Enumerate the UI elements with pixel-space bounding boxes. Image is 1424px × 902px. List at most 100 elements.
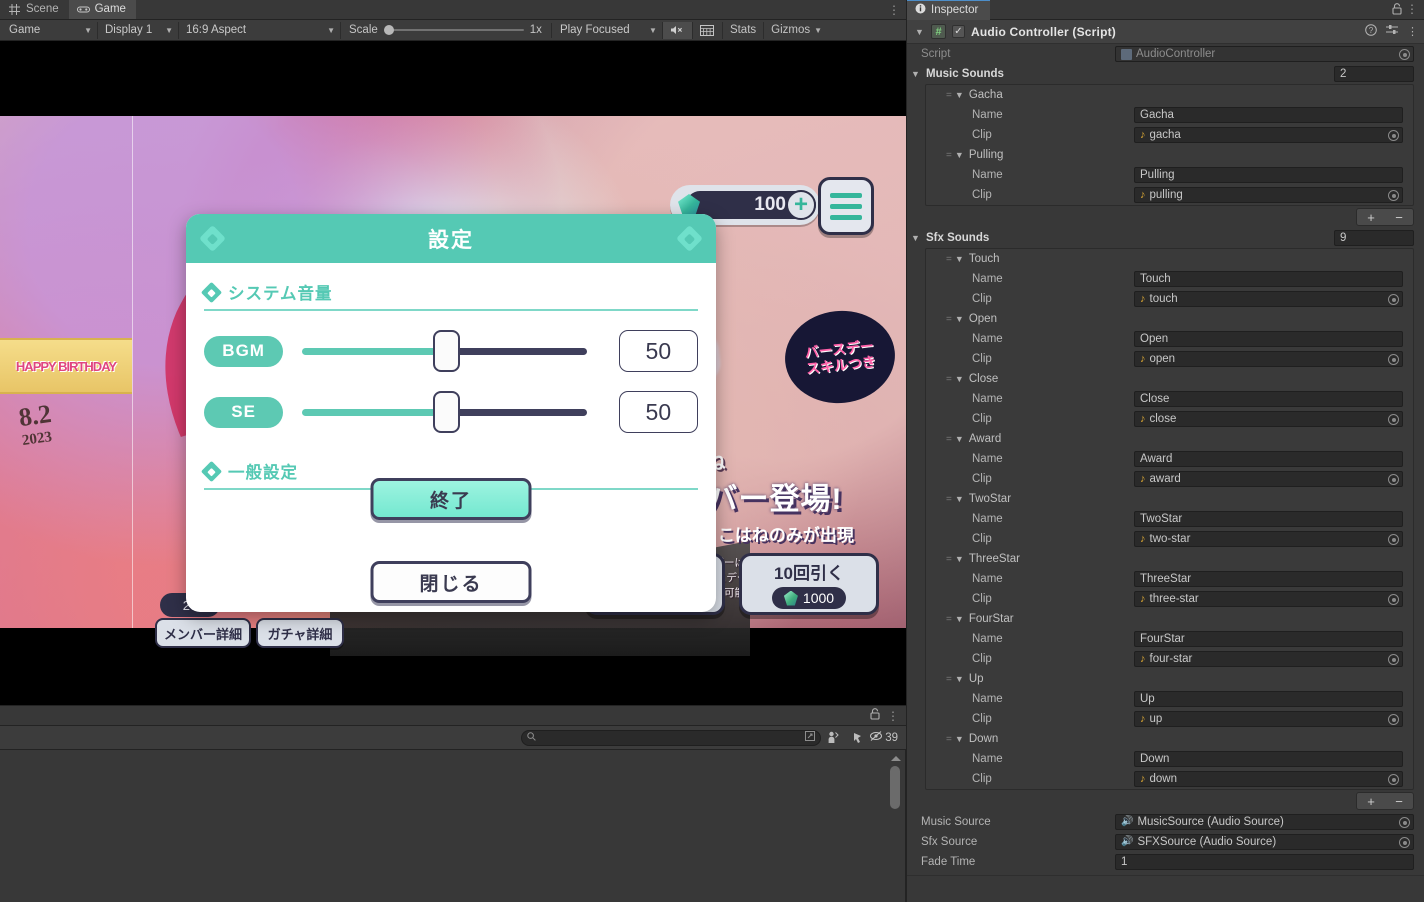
object-picker-icon[interactable]: [1388, 354, 1399, 365]
sfx-element-header[interactable]: = ▼ Award: [926, 429, 1413, 449]
music-element-name-field[interactable]: Pulling: [1134, 167, 1403, 183]
fade-time-field[interactable]: 1: [1115, 854, 1414, 870]
sfx-element-name-field[interactable]: Up: [1134, 691, 1403, 707]
scale-track[interactable]: [383, 25, 524, 35]
more-options-icon[interactable]: ⋮: [1406, 2, 1418, 16]
drag-handle-icon[interactable]: =: [946, 254, 952, 265]
lock-icon[interactable]: [870, 708, 880, 723]
game-view-canvas[interactable]: HAPPY BIRTHDAY 8.2 2023 訳 こはね バースデー スキルつ…: [0, 41, 906, 705]
help-icon[interactable]: ?: [1365, 24, 1377, 39]
sfx-element-clip-field[interactable]: ♪ down: [1134, 771, 1403, 787]
music-source-field[interactable]: 🔊 MusicSource (Audio Source): [1115, 814, 1414, 830]
chevron-down-icon[interactable]: ▼: [955, 314, 965, 324]
sfx-element-clip-field[interactable]: ♪ award: [1134, 471, 1403, 487]
object-picker-icon[interactable]: [1399, 817, 1410, 828]
drag-handle-icon[interactable]: =: [946, 494, 952, 505]
sfx-element-name-field[interactable]: Award: [1134, 451, 1403, 467]
se-value-box[interactable]: 50: [618, 391, 698, 433]
drag-handle-icon[interactable]: =: [946, 734, 952, 745]
drag-handle-icon[interactable]: =: [946, 674, 952, 685]
drag-handle-icon[interactable]: =: [946, 374, 952, 385]
chevron-down-icon[interactable]: ▼: [814, 26, 822, 35]
lock-icon[interactable]: [1392, 3, 1402, 18]
mute-audio-button[interactable]: [662, 21, 693, 39]
sfx-element-clip-field[interactable]: ♪ four-star: [1134, 651, 1403, 667]
aspect-dropdown[interactable]: 16:9 Aspect ▼: [179, 21, 341, 39]
search-expand-icon[interactable]: [805, 731, 816, 744]
music-element-clip-field[interactable]: ♪ gacha: [1134, 127, 1403, 143]
chevron-down-icon[interactable]: ▼: [955, 150, 965, 160]
object-picker-icon[interactable]: [1388, 774, 1399, 785]
music-sounds-size-field[interactable]: 2: [1334, 66, 1414, 82]
search-input[interactable]: [521, 729, 822, 746]
object-picker-icon[interactable]: [1388, 654, 1399, 665]
drag-handle-icon[interactable]: =: [946, 614, 952, 625]
frame-debugger-button[interactable]: [693, 21, 723, 39]
sfx-element-name-field[interactable]: ThreeStar: [1134, 571, 1403, 587]
component-header-audio-controller[interactable]: ▼ # ✓ Audio Controller (Script) ? ⋮: [907, 20, 1424, 44]
object-picker-icon[interactable]: [1388, 534, 1399, 545]
remove-music-element-button[interactable]: −: [1385, 209, 1413, 225]
pull-ten-button[interactable]: 10回引く 1000: [739, 553, 879, 615]
sfx-element-header[interactable]: = ▼ TwoStar: [926, 489, 1413, 509]
sfx-element-header[interactable]: = ▼ Up: [926, 669, 1413, 689]
scale-slider[interactable]: Scale 1x: [341, 22, 550, 39]
bgm-slider-knob[interactable]: [433, 330, 461, 372]
music-element-header[interactable]: = ▼ Pulling: [926, 145, 1413, 165]
sfx-sounds-size-field[interactable]: 9: [1334, 230, 1414, 246]
sfx-element-header[interactable]: = ▼ Close: [926, 369, 1413, 389]
sfx-element-name-field[interactable]: Touch: [1134, 271, 1403, 287]
object-picker-icon[interactable]: [1388, 714, 1399, 725]
drag-handle-icon[interactable]: =: [946, 314, 952, 325]
sfx-element-clip-field[interactable]: ♪ up: [1134, 711, 1403, 727]
drag-handle-icon[interactable]: =: [946, 90, 952, 101]
tab-inspector[interactable]: Inspector: [907, 0, 991, 20]
object-picker-icon[interactable]: [1388, 414, 1399, 425]
scrollbar-thumb[interactable]: [890, 766, 900, 809]
chevron-down-icon[interactable]: ▼: [911, 233, 921, 243]
sfx-element-header[interactable]: = ▼ ThreeStar: [926, 549, 1413, 569]
tab-scene[interactable]: Scene: [0, 0, 69, 19]
picking-icon[interactable]: [845, 728, 869, 748]
add-music-element-button[interactable]: +: [1357, 209, 1385, 225]
sfx-element-name-field[interactable]: TwoStar: [1134, 511, 1403, 527]
sfx-element-clip-field[interactable]: ♪ touch: [1134, 291, 1403, 307]
add-currency-button[interactable]: +: [786, 190, 816, 220]
chevron-down-icon[interactable]: ▼: [955, 614, 965, 624]
more-options-icon[interactable]: ⋮: [1407, 25, 1418, 38]
sfx-element-header[interactable]: = ▼ FourStar: [926, 609, 1413, 629]
music-element-header[interactable]: = ▼ Gacha: [926, 85, 1413, 105]
chevron-down-icon[interactable]: ▼: [955, 254, 965, 264]
add-sfx-element-button[interactable]: +: [1357, 793, 1385, 809]
drag-handle-icon[interactable]: =: [946, 554, 952, 565]
view-options-icon[interactable]: ⋮: [888, 3, 900, 17]
sfx-sounds-header[interactable]: ▼ Sfx Sounds 9: [907, 228, 1424, 248]
bgm-value-box[interactable]: 50: [618, 330, 698, 372]
sfx-element-clip-field[interactable]: ♪ two-star: [1134, 531, 1403, 547]
object-picker-icon[interactable]: [1399, 49, 1410, 60]
gizmos-button[interactable]: Gizmos: [764, 22, 817, 39]
script-row-field[interactable]: AudioController: [1115, 46, 1414, 62]
remove-sfx-element-button[interactable]: −: [1385, 793, 1413, 809]
more-options-icon[interactable]: ⋮: [887, 709, 899, 723]
hidden-objects-icon[interactable]: [821, 728, 845, 748]
sfx-element-clip-field[interactable]: ♪ close: [1134, 411, 1403, 427]
display-mode-dropdown[interactable]: Game ▼: [2, 21, 98, 39]
menu-button[interactable]: [818, 177, 874, 235]
music-element-name-field[interactable]: Gacha: [1134, 107, 1403, 123]
sfx-element-name-field[interactable]: Down: [1134, 751, 1403, 767]
object-picker-icon[interactable]: [1388, 474, 1399, 485]
music-element-clip-field[interactable]: ♪ pulling: [1134, 187, 1403, 203]
lower-panel-scrollbar[interactable]: [889, 756, 901, 896]
sfx-element-header[interactable]: = ▼ Down: [926, 729, 1413, 749]
visibility-count[interactable]: 39: [869, 730, 902, 745]
chevron-down-icon[interactable]: ▼: [955, 434, 965, 444]
stats-button[interactable]: Stats: [723, 21, 765, 39]
object-picker-icon[interactable]: [1399, 837, 1410, 848]
chevron-down-icon[interactable]: ▼: [955, 494, 965, 504]
display-dropdown[interactable]: Display 1 ▼: [98, 21, 179, 39]
chevron-down-icon[interactable]: ▼: [955, 554, 965, 564]
sfx-element-name-field[interactable]: Open: [1134, 331, 1403, 347]
drag-handle-icon[interactable]: =: [946, 150, 952, 161]
play-mode-dropdown[interactable]: Play Focused ▼: [552, 21, 663, 39]
